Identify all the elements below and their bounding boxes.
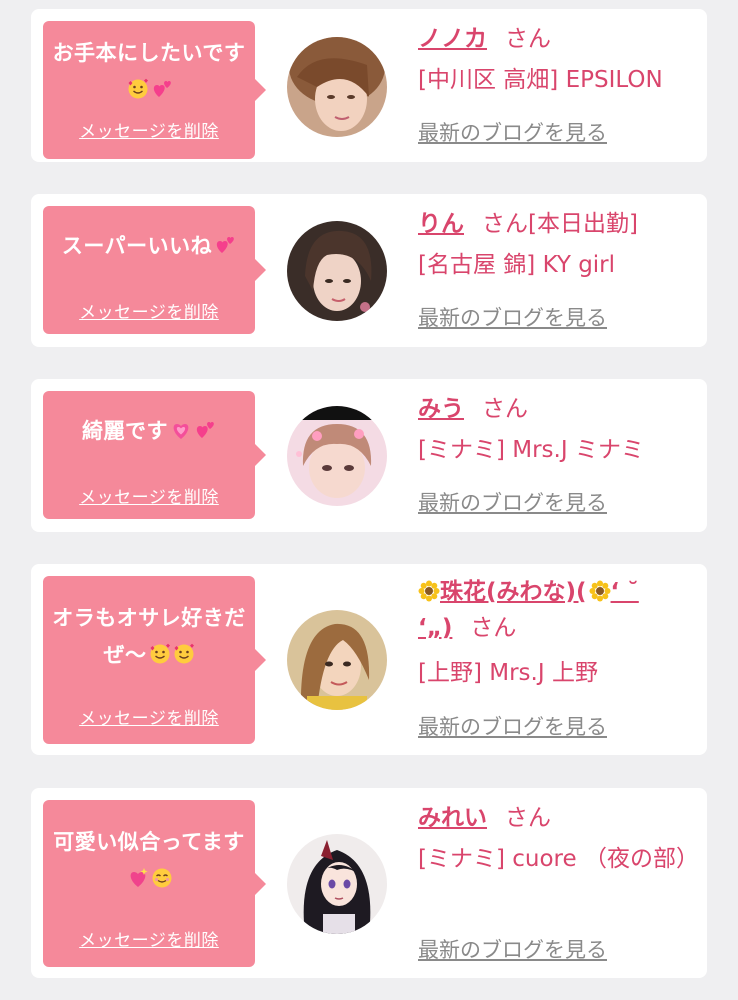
girl-name-link[interactable]: みれい	[418, 805, 487, 831]
girl-name-line: りん さん[本日出勤]	[418, 204, 698, 244]
shop-info: [上野] Mrs.J 上野	[418, 660, 598, 686]
message-card: 綺麗です メッセージを削除 みう さん [ミナミ] Mrs.J ミナミ 最新のブロ…	[31, 379, 707, 532]
two-hearts-icon	[217, 237, 234, 253]
shop-info: [ミナミ] Mrs.J ミナミ	[418, 437, 644, 463]
latest-blog-link[interactable]: 最新のブログを見る	[418, 117, 607, 147]
honorific: さん	[482, 396, 528, 422]
delete-message-link[interactable]: メッセージを削除	[43, 483, 255, 508]
girl-name-link[interactable]: みう	[418, 396, 464, 422]
avatar[interactable]	[287, 610, 387, 710]
message-bubble: 綺麗です メッセージを削除	[43, 391, 266, 519]
message-bubble: 可愛い似合ってます メッセージを削除	[43, 800, 266, 967]
sunflower-icon	[589, 580, 611, 602]
latest-blog-link[interactable]: 最新のブログを見る	[418, 487, 607, 517]
delete-message-link[interactable]: メッセージを削除	[43, 704, 255, 729]
message-text: 綺麗です	[49, 413, 249, 450]
avatar[interactable]	[287, 221, 387, 321]
message-bubble: お手本にしたいです メッセージを削除	[43, 21, 266, 159]
message-card: お手本にしたいです メッセージを削除 ノノカ さん [中川区 高畑] EPSILO…	[31, 9, 707, 162]
latest-blog-link[interactable]: 最新のブログを見る	[418, 302, 607, 332]
latest-blog-link[interactable]: 最新のブログを見る	[418, 934, 607, 964]
girl-name-line: 珠花(みわな)( ‘ ˘ ‘„) さん	[418, 574, 698, 646]
smiling-face-icon	[152, 868, 172, 888]
message-text: お手本にしたいです	[49, 35, 249, 109]
honorific: さん	[505, 805, 551, 831]
message-text-content: お手本にしたいです	[52, 41, 246, 65]
girl-name-line: みう さん	[418, 389, 698, 429]
message-bubble: スーパーいいね メッセージを削除	[43, 206, 266, 334]
girl-name-continued[interactable]: ‘„)	[418, 615, 452, 641]
avatar[interactable]	[287, 834, 387, 934]
honorific: さん	[505, 26, 551, 52]
status-badge: [本日出勤]	[528, 211, 638, 237]
girl-name-line: みれい さん	[418, 798, 698, 838]
girl-name-suffix[interactable]: ‘ ˘	[611, 579, 639, 605]
honorific: さん	[482, 211, 528, 237]
sparkling-heart-icon	[130, 868, 148, 887]
shop-info: [ミナミ] cuore （夜の部）	[418, 846, 699, 872]
delete-message-link[interactable]: メッセージを削除	[43, 117, 255, 142]
two-hearts-icon	[196, 422, 214, 438]
girl-name-link[interactable]: 珠花(みわな)(	[440, 579, 587, 605]
shop-info: [名古屋 錦] KY girl	[418, 252, 616, 278]
smiling-face-with-hearts-icon	[128, 78, 148, 99]
growing-heart-icon	[173, 424, 189, 439]
delete-message-link[interactable]: メッセージを削除	[43, 926, 255, 951]
message-card: オラもオサレ好きだぜ〜 メッセージを削除 珠花(みわな)( ‘ ˘ ‘„) さん […	[31, 564, 707, 755]
message-card: スーパーいいね メッセージを削除 りん さん[本日出勤] [名古屋 錦] KY g…	[31, 194, 707, 347]
smiling-face-with-hearts-icon	[150, 643, 170, 664]
latest-blog-link[interactable]: 最新のブログを見る	[418, 711, 607, 741]
message-text-content: スーパーいいね	[61, 234, 213, 258]
girl-name-link[interactable]: りん	[418, 211, 464, 237]
girl-name-line: ノノカ さん	[418, 19, 698, 59]
message-card: 可愛い似合ってます メッセージを削除 みれい さん [ミナミ] cuore （夜の…	[31, 788, 707, 978]
message-text: 可愛い似合ってます	[49, 824, 249, 898]
delete-message-link[interactable]: メッセージを削除	[43, 298, 255, 323]
message-text: スーパーいいね	[49, 228, 249, 265]
honorific: さん	[470, 615, 517, 641]
message-text-content: 可愛い似合ってます	[53, 830, 245, 854]
avatar[interactable]	[287, 37, 387, 137]
avatar[interactable]	[287, 406, 387, 506]
sunflower-icon	[418, 580, 440, 602]
shop-info: [中川区 高畑] EPSILON	[418, 67, 663, 93]
smiling-face-with-hearts-icon	[174, 643, 194, 664]
message-bubble: オラもオサレ好きだぜ〜 メッセージを削除	[43, 576, 266, 744]
two-hearts-icon	[153, 81, 171, 97]
message-text-content: 綺麗です	[82, 419, 168, 443]
girl-name-link[interactable]: ノノカ	[418, 26, 487, 52]
message-text: オラもオサレ好きだぜ〜	[49, 600, 249, 674]
